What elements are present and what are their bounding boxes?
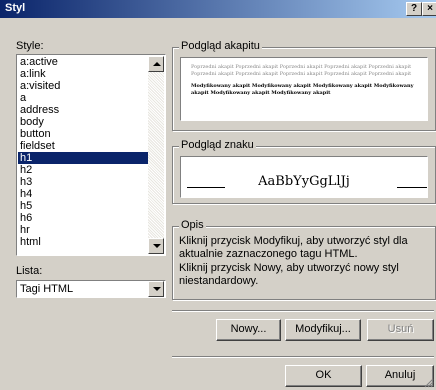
style-list-item[interactable]: a:link xyxy=(18,68,149,80)
window-title: Styl xyxy=(5,2,26,14)
char-preview-box: AaBbYyGgLlJj xyxy=(180,156,428,198)
previous-paragraph-text: Poprzedni akapit Poprzedni akapit Poprze… xyxy=(191,64,412,77)
char-sample-text: AaBbYyGgLlJj xyxy=(258,174,350,189)
list-label: Lista: xyxy=(16,265,43,277)
styles-scrollbar[interactable] xyxy=(148,56,164,254)
modify-button[interactable]: Modyfikuj... xyxy=(285,319,361,341)
scroll-up-button[interactable] xyxy=(148,56,164,72)
style-list-item[interactable]: h2 xyxy=(18,164,149,176)
list-combobox-value: Tagi HTML xyxy=(20,283,74,295)
style-list-item[interactable]: a xyxy=(18,92,149,104)
style-list-item[interactable]: h1 xyxy=(18,152,149,164)
description-text-1: Kliknij przycisk Modyfikuj, aby utworzyć… xyxy=(179,235,408,260)
arrow-down-icon xyxy=(153,244,161,248)
separator-2 xyxy=(172,356,434,358)
style-list-item[interactable]: h6 xyxy=(18,212,149,224)
modified-paragraph-text: Modyfikowany akapit Modyfikowany akapit … xyxy=(191,83,414,96)
styles-list-items: a:active a:link a:visited a address body butto… xyxy=(18,56,149,254)
scroll-down-button[interactable] xyxy=(148,238,164,254)
list-dropdown-button[interactable] xyxy=(148,281,164,297)
style-list-item[interactable]: h3 xyxy=(18,176,149,188)
style-list-item[interactable]: body xyxy=(18,116,149,128)
title-bar[interactable]: Styl ? × xyxy=(0,0,436,18)
help-button[interactable]: ? xyxy=(406,2,422,16)
paragraph-preview-box: Poprzedni akapit Poprzedni akapit Poprze… xyxy=(180,57,428,121)
list-combobox[interactable]: Tagi HTML xyxy=(16,280,166,298)
style-list-item[interactable]: html xyxy=(18,236,149,248)
style-list-item[interactable]: button xyxy=(18,128,149,140)
char-preview-group: Podgląd znaku AaBbYyGgLlJj xyxy=(172,139,436,204)
sample-line-right xyxy=(397,187,427,188)
separator-1 xyxy=(172,310,434,312)
styles-listbox[interactable]: a:active a:link a:visited a address body butto… xyxy=(16,54,166,256)
styles-label: Style: xyxy=(16,40,44,52)
paragraph-preview-group: Podgląd akapitu Poprzedni akapit Poprzed… xyxy=(172,40,436,131)
new-button[interactable]: Nowy... xyxy=(216,319,281,341)
resize-grip-icon[interactable] xyxy=(424,378,434,388)
paragraph-preview-label: Podgląd akapitu xyxy=(179,40,262,52)
chevron-down-icon xyxy=(153,287,161,291)
delete-button[interactable]: Usuń xyxy=(367,319,434,341)
description-label: Opis xyxy=(179,219,206,231)
style-list-item[interactable]: a:active xyxy=(18,56,149,68)
description-group: Opis Kliknij przycisk Modyfikuj, aby utw… xyxy=(172,219,436,300)
description-text-2: Kliknij przycisk Nowy, aby utworzyć nowy… xyxy=(179,262,399,287)
style-list-item[interactable]: fieldset xyxy=(18,140,149,152)
style-list-item[interactable]: h4 xyxy=(18,188,149,200)
char-preview-label: Podgląd znaku xyxy=(179,139,256,151)
arrow-up-icon xyxy=(153,62,161,66)
style-list-item[interactable]: h5 xyxy=(18,200,149,212)
ok-button[interactable]: OK xyxy=(285,365,362,387)
style-list-item[interactable]: a:visited xyxy=(18,80,149,92)
style-list-item[interactable]: address xyxy=(18,104,149,116)
style-list-item[interactable]: hr xyxy=(18,224,149,236)
close-button[interactable]: × xyxy=(422,2,436,16)
